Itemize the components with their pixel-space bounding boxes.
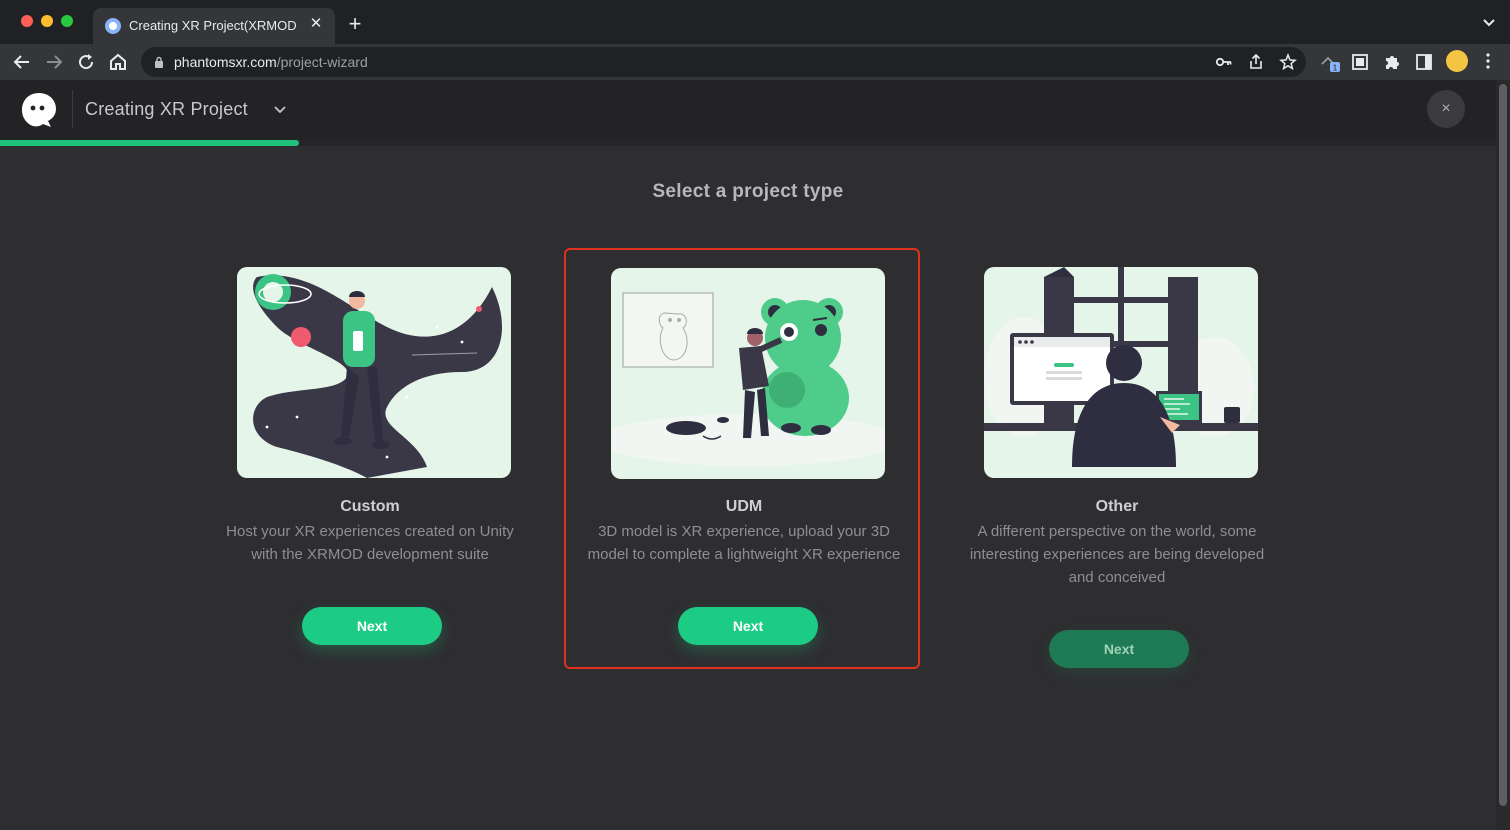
password-key-icon[interactable]: [1215, 53, 1233, 71]
project-title[interactable]: Creating XR Project: [85, 99, 248, 120]
person-with-phone-space-illustration: [253, 274, 502, 478]
extension-badge-count: 1: [1333, 64, 1338, 73]
extension-badge-icon[interactable]: 1: [1320, 52, 1340, 72]
home-icon[interactable]: [106, 50, 130, 74]
share-icon[interactable]: [1247, 53, 1265, 71]
header-divider: [72, 90, 73, 128]
maximize-window-button[interactable]: [61, 15, 73, 27]
chevron-down-icon[interactable]: [272, 101, 288, 117]
browser-toolbar: phantomsxr.com/project-wizard 1: [0, 44, 1510, 80]
lock-icon[interactable]: [154, 56, 164, 68]
page-scrollbar[interactable]: [1496, 80, 1510, 830]
ghost-logo-icon[interactable]: [19, 90, 59, 130]
card-title-custom: Custom: [340, 498, 400, 515]
app-header: Creating XR Project ×: [0, 80, 1496, 140]
scrollbar-thumb[interactable]: [1499, 84, 1507, 806]
person-at-computer-illustration: [984, 267, 1258, 467]
other-illustration: [984, 267, 1258, 478]
reload-icon[interactable]: [74, 50, 98, 74]
tab-search-chevron-icon[interactable]: [1482, 13, 1496, 31]
minimize-window-button[interactable]: [41, 15, 53, 27]
address-bar[interactable]: phantomsxr.com/project-wizard: [141, 47, 1306, 77]
tab-strip: Creating XR Project(XRMOD Cl ✕ +: [0, 0, 1510, 44]
wizard-progress-bar: [0, 140, 1496, 146]
udm-illustration: [611, 268, 885, 479]
browser-window: Creating XR Project(XRMOD Cl ✕ + phantom: [0, 0, 1510, 830]
project-type-card-other[interactable]: Other A different perspective on the wor…: [939, 248, 1295, 669]
url-path: /project-wizard: [276, 54, 368, 70]
page-heading: Select a project type: [652, 181, 844, 202]
forward-arrow-icon[interactable]: [42, 50, 66, 74]
extensions-puzzle-icon[interactable]: [1382, 52, 1402, 72]
side-panel-icon[interactable]: [1414, 52, 1434, 72]
close-wizard-button[interactable]: ×: [1427, 90, 1465, 128]
media-frame-icon[interactable]: [1350, 52, 1370, 72]
custom-illustration: [237, 267, 511, 478]
browser-tab-active[interactable]: Creating XR Project(XRMOD Cl ✕: [93, 8, 335, 44]
project-type-card-udm[interactable]: UDM 3D model is XR experience, upload yo…: [564, 248, 920, 669]
card-title-udm: UDM: [725, 498, 763, 515]
bookmark-star-icon[interactable]: [1279, 53, 1297, 71]
close-window-button[interactable]: [21, 15, 33, 27]
tab-title: Creating XR Project(XRMOD Cl: [129, 18, 301, 33]
person-touching-bear-illustration: [611, 292, 885, 466]
card-description-custom: Host your XR experiences created on Unit…: [226, 523, 514, 563]
url-host: phantomsxr.com: [174, 54, 277, 70]
back-arrow-icon[interactable]: [10, 50, 34, 74]
next-button-udm[interactable]: Next: [678, 607, 818, 645]
url-text: phantomsxr.com/project-wizard: [174, 54, 368, 70]
new-tab-button[interactable]: +: [345, 12, 365, 36]
tab-close-icon[interactable]: ✕: [307, 15, 325, 33]
next-button-other[interactable]: Next: [1049, 630, 1189, 668]
browser-menu-icon[interactable]: [1485, 52, 1491, 70]
card-description-other: A different perspective on the world, so…: [969, 523, 1265, 586]
card-title-other: Other: [1095, 498, 1139, 515]
site-favicon-icon: [105, 18, 121, 34]
wizard-progress-fill: [0, 140, 300, 146]
project-type-card-custom[interactable]: Custom Host your XR experiences created …: [192, 248, 548, 669]
card-description-udm: 3D model is XR experience, upload your 3…: [587, 523, 901, 563]
profile-avatar[interactable]: [1446, 50, 1468, 72]
next-button-custom[interactable]: Next: [302, 607, 442, 645]
